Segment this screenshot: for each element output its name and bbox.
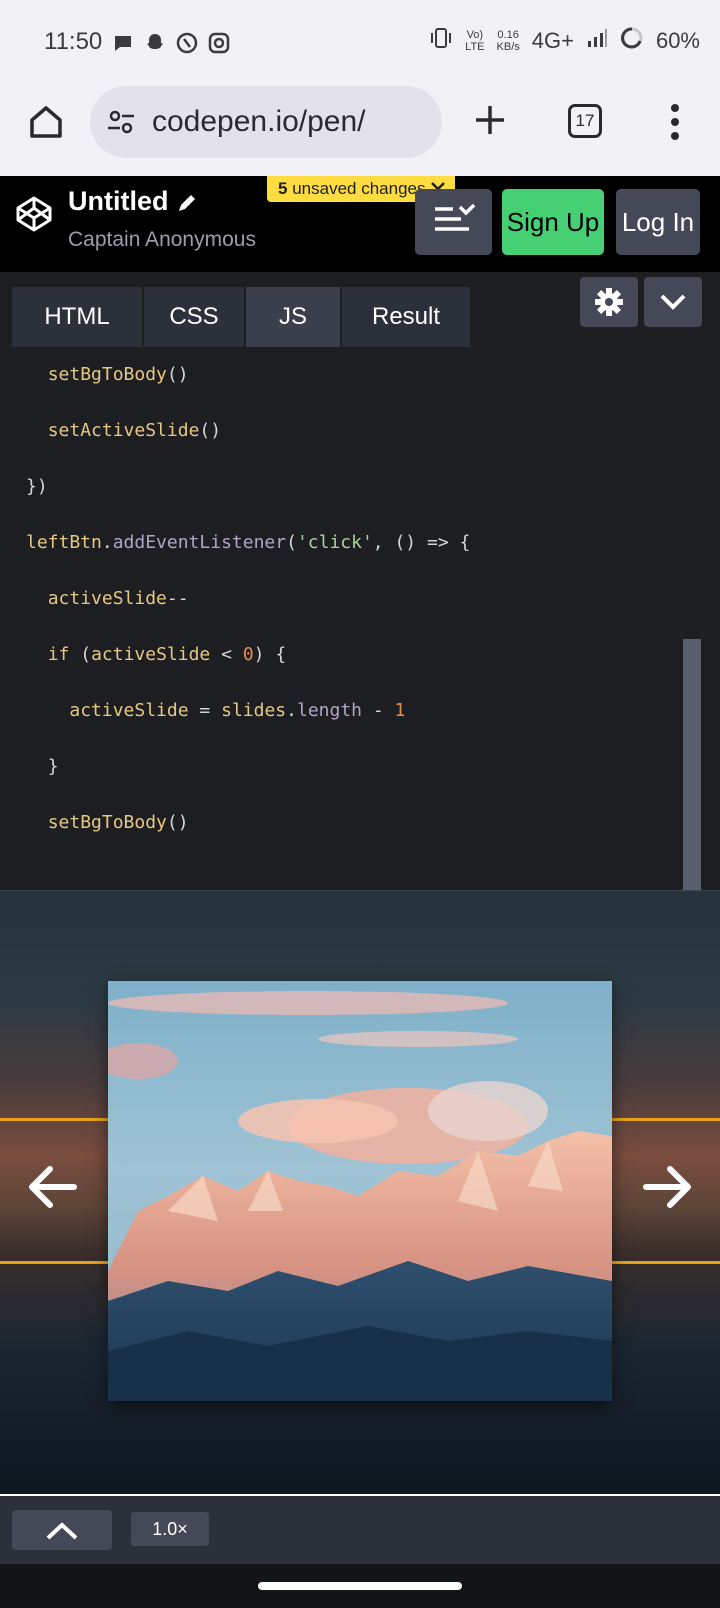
arrow-right-icon[interactable] [640, 1159, 696, 1215]
js-editor-panel: HTML CSS JS Result setBgToBody() setActi… [0, 272, 720, 965]
chat-icon [112, 32, 134, 54]
code-area[interactable]: setBgToBody() setActiveSlide() }) leftBt… [0, 347, 720, 965]
plus-icon[interactable] [470, 100, 510, 140]
signup-button[interactable]: Sign Up [502, 189, 604, 255]
code-line: leftBtn.addEventListener('click', () => … [26, 532, 471, 553]
author-name: Captain Anonymous [68, 228, 256, 251]
codepen-logo-icon[interactable] [14, 194, 54, 234]
browser-toolbar: codepen.io/pen/ 17 [0, 86, 720, 176]
signal-icon [586, 27, 608, 55]
network-speed: 0.16 KB/s [496, 29, 520, 53]
snapchat-icon [144, 32, 166, 54]
home-icon[interactable] [26, 102, 66, 142]
pen-title[interactable]: Untitled [68, 186, 169, 217]
shazam-icon [176, 32, 198, 54]
url-text[interactable]: codepen.io/pen/ [152, 105, 366, 139]
settings-button[interactable] [580, 277, 638, 327]
code-line: } [47, 756, 59, 777]
tab-html[interactable]: HTML [12, 287, 142, 347]
notification-icons [112, 32, 230, 54]
zoom-button[interactable]: 1.0× [131, 1512, 209, 1546]
tune-icon[interactable] [106, 107, 136, 137]
codepen-header: Untitled Captain Anonymous 5 unsaved cha… [0, 176, 720, 272]
network-type: 4G+ [531, 28, 574, 53]
tab-result[interactable]: Result [342, 287, 470, 347]
volte-indicator: Vo) LTE [465, 29, 485, 53]
tabs-icon[interactable]: 17 [568, 104, 602, 138]
battery-icon [620, 26, 644, 56]
bottom-toolbar: 1.0× [0, 1494, 720, 1564]
arrow-left-icon[interactable] [24, 1159, 80, 1215]
unsaved-count: 5 [278, 179, 288, 198]
pencil-icon[interactable] [176, 192, 198, 214]
status-time: 11:50 [44, 28, 103, 55]
instagram-icon [208, 32, 230, 54]
code-line: activeSlide = slides.length - 1 [69, 700, 406, 721]
more-vert-icon[interactable] [660, 100, 690, 144]
address-bar[interactable]: codepen.io/pen/ [90, 86, 442, 158]
mountain-slide-image [108, 981, 612, 1401]
battery-percent: 60% [655, 28, 700, 53]
vibrate-icon [429, 27, 453, 55]
layout-button[interactable] [415, 189, 492, 255]
code-line: }) [26, 476, 48, 497]
login-button[interactable]: Log In [616, 189, 700, 255]
code-line: if (activeSlide < 0) { [47, 644, 287, 665]
chevron-down-icon[interactable] [644, 277, 702, 327]
result-preview [0, 890, 720, 1494]
code-line: setBgToBody() [47, 812, 189, 833]
status-indicators: Vo) LTE 0.16 KB/s 4G+ 60% [429, 26, 700, 56]
editor-tabs: HTML CSS JS Result [12, 287, 470, 347]
tab-js[interactable]: JS [246, 287, 340, 347]
layout-icon [432, 203, 476, 242]
home-indicator[interactable] [258, 1582, 462, 1590]
unsaved-text: unsaved changes [292, 179, 426, 198]
code-line: activeSlide-- [47, 588, 189, 609]
code-line: setActiveSlide() [47, 420, 222, 441]
system-nav [0, 1564, 720, 1608]
code-line: setBgToBody() [47, 364, 189, 385]
status-bar: 11:50 Vo) LTE 0.16 KB/s 4G+ 60% [0, 0, 720, 86]
chevron-up-icon[interactable] [12, 1510, 112, 1550]
tab-css[interactable]: CSS [144, 287, 244, 347]
